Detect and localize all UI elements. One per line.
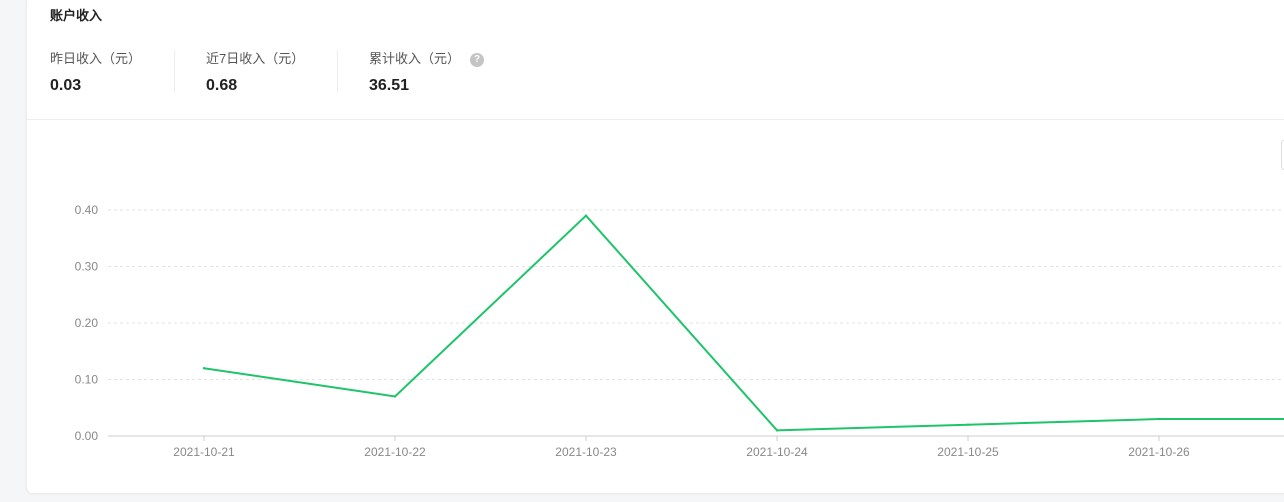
x-tick-label: 2021-10-26 — [1128, 445, 1190, 459]
x-tick-label: 2021-10-23 — [555, 445, 617, 459]
y-tick-label: 0.20 — [75, 316, 99, 330]
x-tick-label: 2021-10-24 — [746, 445, 808, 459]
y-tick-label: 0.30 — [75, 260, 99, 274]
x-tick-label: 2021-10-21 — [173, 445, 235, 459]
income-line-chart: 0.00 0.10 0.20 0.30 0.40 2021-10-21 2021-10-22… — [75, 203, 1284, 459]
data-point — [966, 423, 970, 426]
x-tick-label: 2021-10-25 — [937, 445, 999, 459]
data-point — [1157, 417, 1161, 421]
x-tick-label: 2021-10-22 — [364, 445, 426, 459]
y-tick-label: 0.10 — [75, 373, 99, 387]
data-point — [393, 395, 397, 398]
data-point — [775, 429, 779, 432]
data-point — [584, 214, 588, 217]
y-tick-label: 0.00 — [75, 429, 99, 443]
y-tick-label: 0.40 — [75, 203, 99, 217]
data-point — [202, 367, 206, 370]
